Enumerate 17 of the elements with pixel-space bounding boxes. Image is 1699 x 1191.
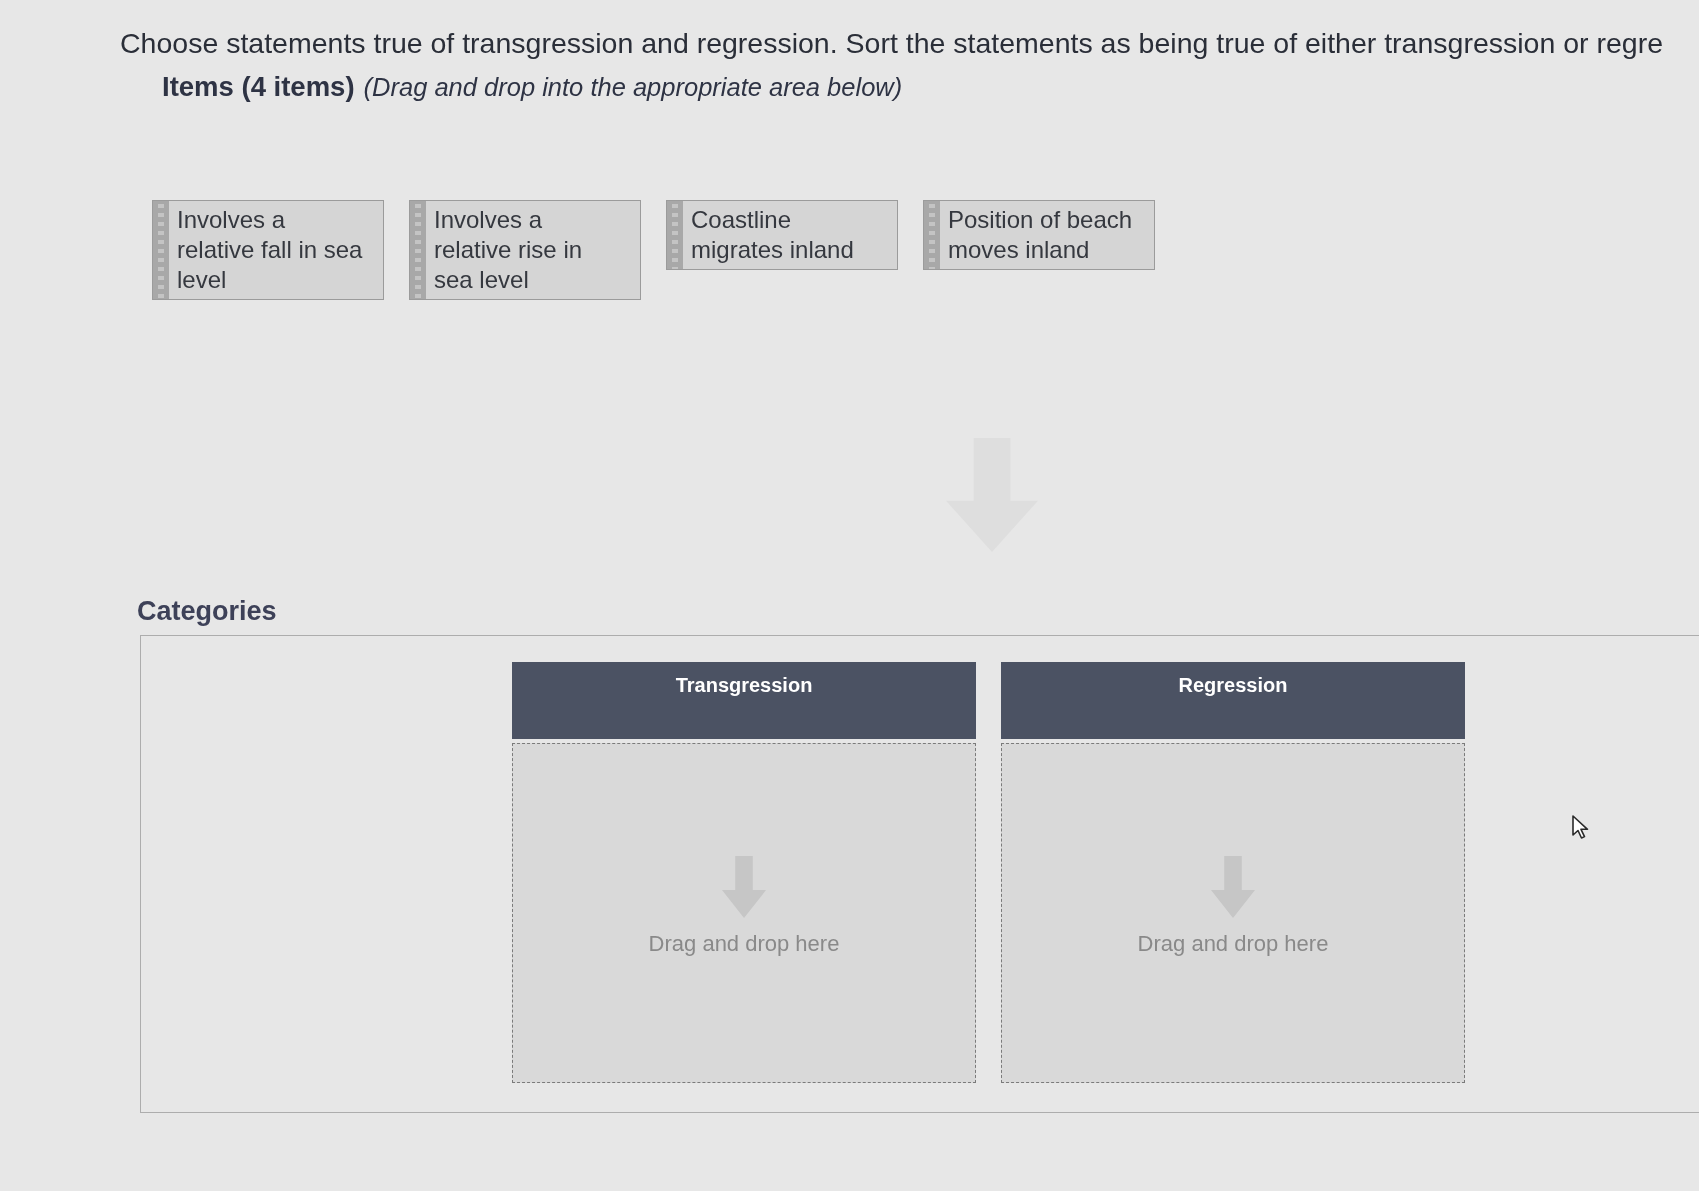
category-header: Regression [1001, 662, 1465, 739]
instruction-text: (Drag and drop into the appropriate area below) [363, 72, 903, 103]
draggable-item[interactable]: Involves a relative fall in sea level [152, 200, 384, 300]
draggable-item[interactable]: Coastline migrates inland [666, 200, 898, 270]
draggable-item[interactable]: Involves a relative rise in sea level [409, 200, 641, 300]
drop-hint-text: Drag and drop here [648, 931, 840, 957]
drop-hint-text: Drag and drop here [1137, 931, 1329, 957]
grip-icon [410, 201, 426, 299]
section-heading: Items (4 items) [162, 70, 355, 104]
draggable-item[interactable]: Position of beach moves inland [923, 200, 1155, 270]
cursor-icon [1571, 814, 1591, 840]
grip-icon [667, 201, 683, 269]
question-text: Choose statements true of transgression and regression. Sort the statements as being true of either transgression or regre [120, 26, 1663, 60]
grip-icon [924, 201, 940, 269]
category-header: Transgression [512, 662, 976, 739]
grip-icon [153, 201, 169, 299]
section-heading: Categories [137, 595, 277, 628]
